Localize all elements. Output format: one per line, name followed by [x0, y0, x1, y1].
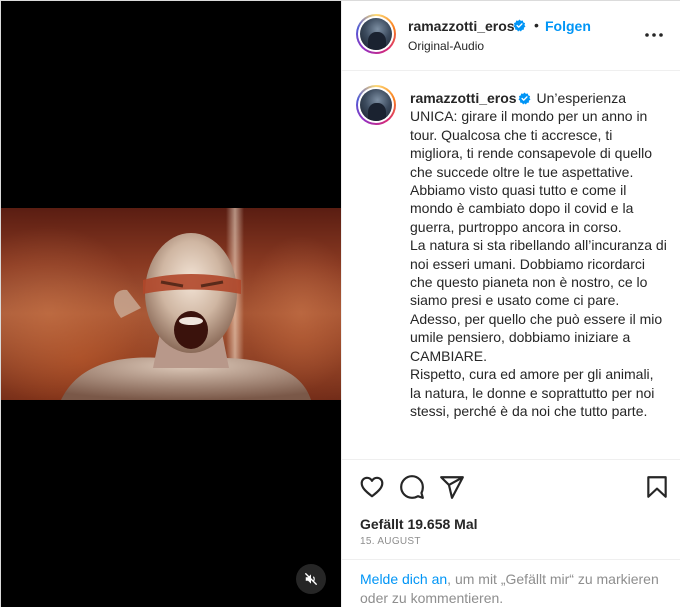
- caption-avatar[interactable]: [356, 85, 396, 125]
- post-header: ramazzotti_eros • Folgen Original-Audio: [342, 1, 680, 71]
- mute-button[interactable]: [296, 564, 326, 594]
- follow-button[interactable]: Folgen: [545, 18, 591, 34]
- post-caption: ramazzotti_eros Un’esperienza UNICA: gir…: [410, 89, 668, 420]
- bookmark-icon[interactable]: [644, 474, 670, 500]
- caption-section: ramazzotti_eros Un’esperienza UNICA: gir…: [342, 71, 680, 459]
- like-count[interactable]: Gefällt 19.658 Mal: [360, 516, 478, 532]
- video-frame[interactable]: [1, 208, 341, 400]
- caption-username[interactable]: ramazzotti_eros: [410, 90, 517, 106]
- login-link[interactable]: Melde dich an: [360, 571, 447, 587]
- post-dialog: ramazzotti_eros • Folgen Original-Audio …: [0, 0, 680, 607]
- screaming-man-figure: [61, 233, 311, 400]
- comment-icon[interactable]: [399, 474, 425, 500]
- verified-badge-icon: [513, 19, 526, 32]
- author-avatar[interactable]: [356, 14, 396, 54]
- verified-badge-icon: [518, 92, 531, 105]
- separator-dot: •: [534, 17, 539, 33]
- author-username[interactable]: ramazzotti_eros: [408, 18, 515, 34]
- login-prompt-text: Melde dich an, um mit „Gefällt mir“ zu m…: [360, 570, 670, 607]
- post-media[interactable]: [1, 1, 341, 607]
- post-date[interactable]: 15. AUGUST: [360, 536, 421, 547]
- caption-text: Un’esperienza UNICA: girare il mondo per…: [410, 90, 667, 419]
- share-icon[interactable]: [439, 474, 465, 500]
- muted-speaker-icon: [305, 573, 317, 585]
- more-options-icon[interactable]: [642, 23, 666, 47]
- audio-label[interactable]: Original-Audio: [408, 39, 484, 53]
- login-prompt: Melde dich an, um mit „Gefällt mir“ zu m…: [342, 559, 680, 607]
- heart-icon[interactable]: [359, 474, 385, 500]
- post-details-panel: ramazzotti_eros • Folgen Original-Audio …: [341, 1, 680, 607]
- action-bar: [342, 459, 680, 511]
